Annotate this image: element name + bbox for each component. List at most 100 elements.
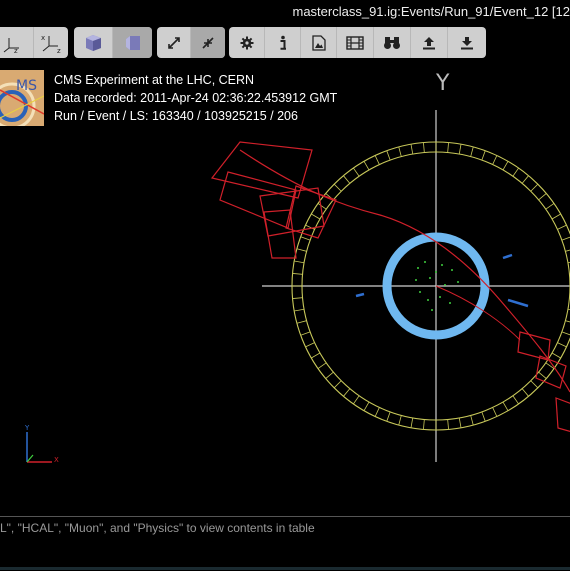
tracker-hit <box>507 298 529 308</box>
vertex-hit <box>415 279 417 281</box>
calorimeter-segment <box>333 183 342 192</box>
binoculars-icon <box>384 36 400 49</box>
event-display-canvas[interactable]: Y X <box>0 62 570 516</box>
calorimeter-segment <box>317 362 327 369</box>
calorimeter-segment <box>561 236 570 241</box>
orthographic-button[interactable] <box>113 27 152 58</box>
calorimeter-segment <box>470 415 474 426</box>
calorimeter-segment <box>551 352 561 359</box>
vertex-hit <box>417 267 419 269</box>
calorimeter-segment <box>551 213 561 220</box>
y-axis-label: Y <box>436 71 450 96</box>
tracker-hit <box>355 292 365 298</box>
calorimeter-segment <box>311 213 321 220</box>
logo-text: MS <box>16 78 37 94</box>
upload-icon <box>423 36 435 49</box>
calorimeter-segment <box>481 150 486 161</box>
perspective-button[interactable] <box>74 27 113 58</box>
calorimeter-segment <box>423 142 425 153</box>
zoom-in-button[interactable] <box>157 27 191 58</box>
detector-view: Y X <box>24 110 570 464</box>
ortho-cube-icon <box>125 35 140 50</box>
calorimeter-segment <box>343 175 351 184</box>
toolbar: z x z <box>0 24 570 62</box>
download-button[interactable] <box>448 27 486 58</box>
calorimeter-segment <box>410 144 414 155</box>
calorimeter-segment <box>300 331 311 336</box>
calorimeter-segment <box>296 248 307 252</box>
calorimeter-segment <box>565 249 570 252</box>
muon-chamber <box>210 141 313 199</box>
calorimeter-segment <box>565 320 570 323</box>
calorimeter-segment <box>317 203 327 210</box>
animation-button[interactable] <box>337 27 374 58</box>
zoom-in-icon <box>167 36 180 49</box>
mini-x-label: X <box>54 456 59 464</box>
calorimeter-segment <box>530 183 539 192</box>
mini-y-label: Y <box>24 424 30 432</box>
axes-xyz-icon: x z <box>41 34 61 54</box>
vertex-hit <box>429 277 431 279</box>
calorimeter-segment <box>545 203 555 210</box>
toolbar-group-projection <box>74 27 152 58</box>
calorimeter-segment <box>305 342 315 348</box>
calorimeter-segment <box>374 407 380 417</box>
vertex-hit <box>449 302 451 304</box>
vertex-hit <box>427 299 429 301</box>
muon-chamber <box>555 397 570 433</box>
axes-xz-button[interactable]: z <box>0 27 34 58</box>
vertex-hit <box>419 291 421 293</box>
vertex-hit <box>451 269 453 271</box>
muon-chamber <box>219 171 297 229</box>
window-title-bar: masterclass_91.ig:Events/Run_91/Event_12… <box>0 0 570 24</box>
calorimeter-segment <box>325 371 334 379</box>
calorimeter-segment <box>458 144 462 155</box>
find-button[interactable] <box>374 27 411 58</box>
image-export-button[interactable] <box>301 27 337 58</box>
muon-chamber <box>285 185 337 239</box>
settings-button[interactable] <box>229 27 265 58</box>
axes-xyz-button[interactable]: x z <box>34 27 68 58</box>
calorimeter-segment <box>557 224 567 230</box>
calorimeter-segment <box>363 401 370 411</box>
calorimeter-segment <box>353 395 360 405</box>
vertex-hit <box>439 296 441 298</box>
calorimeter-segment <box>447 142 449 153</box>
muon-track <box>239 149 570 393</box>
svg-text:z: z <box>14 47 18 54</box>
calorimeter-segment <box>398 146 402 157</box>
calorimeter-segment <box>502 161 509 171</box>
mini-z-axis <box>26 454 34 463</box>
calorimeter-segment <box>538 371 547 379</box>
calorimeter-segment <box>343 388 351 397</box>
calorimeter-segment <box>521 388 529 397</box>
calorimeter-segment <box>398 415 402 426</box>
info-icon <box>280 35 286 50</box>
calorimeter-segment <box>353 167 360 177</box>
vertex-hit <box>435 271 437 273</box>
upload-button[interactable] <box>411 27 448 58</box>
calorimeter-segment <box>492 155 498 165</box>
zoom-out-icon <box>202 36 214 49</box>
svg-text:z: z <box>57 47 61 54</box>
film-icon <box>346 35 364 50</box>
calorimeter-segment <box>386 150 391 161</box>
info-button[interactable] <box>265 27 301 58</box>
calorimeter-segment <box>292 297 303 299</box>
zoom-out-button[interactable] <box>191 27 225 58</box>
vertex-hit <box>457 281 459 283</box>
vertex-hit <box>431 309 433 311</box>
calorimeter-segment <box>296 320 307 324</box>
experiment-name: CMS Experiment at the LHC, CERN <box>54 73 255 87</box>
calorimeter-segment <box>530 380 539 389</box>
calorimeter-segment <box>447 419 449 430</box>
image-export-icon <box>311 34 326 51</box>
download-icon <box>461 36 473 49</box>
calorimeter-segment <box>492 407 498 417</box>
calorimeter-segment <box>292 273 303 275</box>
cms-logo: MS <box>0 70 44 126</box>
tracker-hit <box>502 253 513 260</box>
calorimeter-segment <box>502 401 509 411</box>
calorimeter-segment <box>561 331 570 336</box>
calorimeter-segment <box>294 260 305 264</box>
